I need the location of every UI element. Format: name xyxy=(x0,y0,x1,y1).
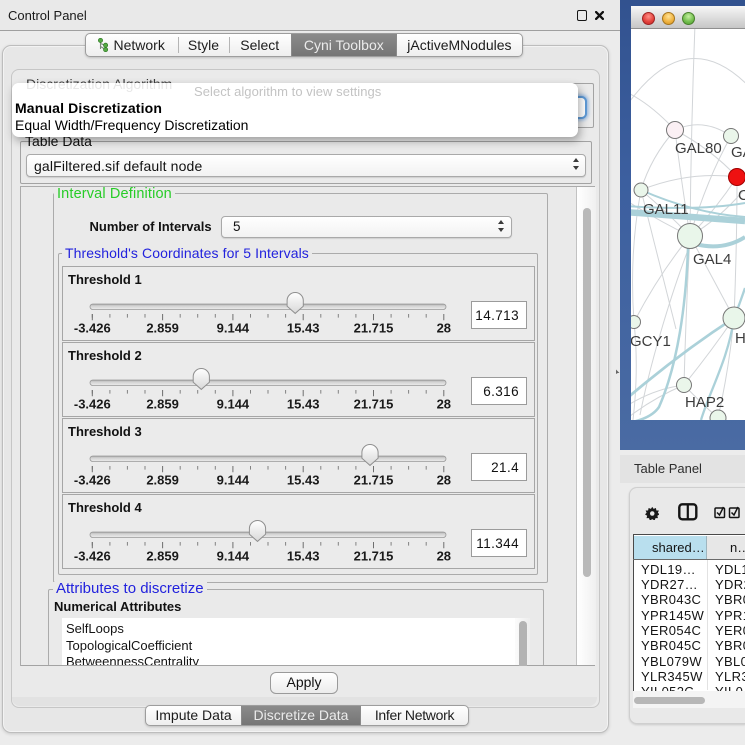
svg-text:GAL4: GAL4 xyxy=(693,251,731,268)
svg-text:HAP2: HAP2 xyxy=(685,394,724,411)
svg-text:GA: GA xyxy=(731,144,745,161)
svg-text:H: H xyxy=(735,330,745,347)
svg-text:GAL80: GAL80 xyxy=(675,140,722,157)
svg-text:C: C xyxy=(738,187,745,204)
svg-text:GAL11: GAL11 xyxy=(643,201,689,218)
svg-text:GCY1: GCY1 xyxy=(631,333,671,350)
